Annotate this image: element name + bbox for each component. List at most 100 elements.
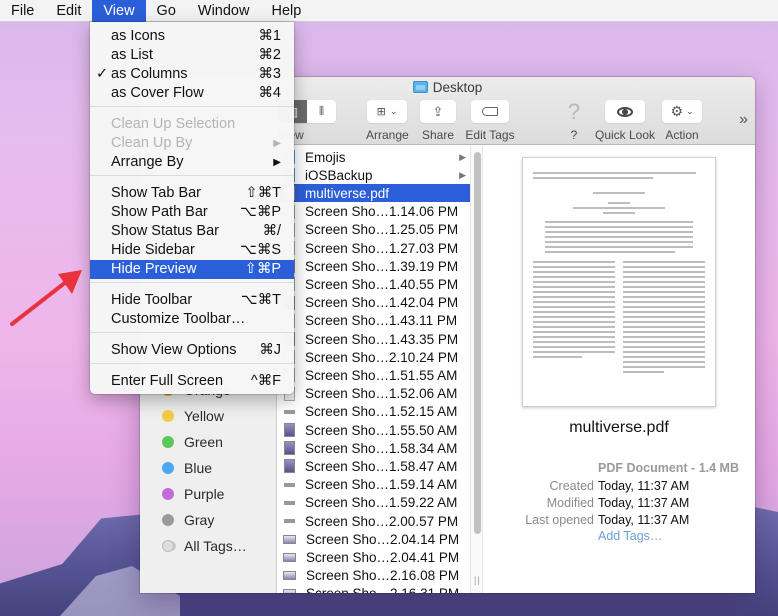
menu-item-shortcut: ⌥⌘T bbox=[240, 292, 281, 308]
menu-item-as-icons[interactable]: as Icons ⌘1 bbox=[90, 27, 294, 46]
file-name: Screen Sho…1.43.11 PM bbox=[305, 313, 458, 329]
image-file-icon bbox=[284, 519, 295, 523]
file-name: Screen Sho…1.39.19 PM bbox=[305, 258, 459, 274]
chevron-down-icon: ⌄ bbox=[389, 106, 398, 116]
toolbar-overflow-button[interactable]: » bbox=[739, 111, 748, 129]
file-row[interactable]: Screen Sho…1.25.05 PM bbox=[278, 221, 470, 239]
share-icon: ⇪ bbox=[432, 103, 444, 119]
checkmark-icon: ✓ bbox=[96, 66, 109, 82]
menu-item-customize-toolbar[interactable]: Customize Toolbar… bbox=[90, 310, 294, 329]
file-row[interactable]: Screen Sho…2.04.41 PM bbox=[278, 548, 470, 566]
menu-item-enter-full-screen[interactable]: Enter Full Screen ^⌘F bbox=[90, 372, 294, 391]
file-row[interactable]: Screen Sho…1.58.34 AM bbox=[278, 439, 470, 457]
column-scrollbar[interactable]: || bbox=[470, 146, 483, 593]
menu-item-hide-toolbar[interactable]: Hide Toolbar ⌥⌘T bbox=[90, 291, 294, 310]
submenu-arrow-icon: ▶ bbox=[273, 138, 281, 149]
menu-edit[interactable]: Edit bbox=[45, 0, 92, 22]
file-name: Screen Sho…2.00.57 PM bbox=[305, 513, 459, 529]
file-row[interactable]: Screen Sho…1.42.04 PM bbox=[278, 294, 470, 312]
edit-tags-button[interactable] bbox=[471, 100, 509, 123]
file-row[interactable]: multiverse.pdf bbox=[278, 184, 470, 203]
file-row[interactable]: Screen Sho…2.04.14 PM bbox=[278, 530, 470, 548]
file-row[interactable]: Screen Sho…2.00.57 PM bbox=[278, 512, 470, 530]
sidebar-tag-yellow[interactable]: Yellow bbox=[162, 408, 224, 424]
file-name: Screen Sho…2.04.14 PM bbox=[306, 531, 460, 547]
sidebar-tag-label: Purple bbox=[184, 486, 225, 502]
file-row[interactable]: Screen Sho…1.51.55 AM bbox=[278, 366, 470, 384]
share-button[interactable]: ⇪ bbox=[420, 100, 456, 123]
arrange-button[interactable]: ⊞ ⌄ bbox=[367, 100, 407, 123]
menu-item-show-view-options[interactable]: Show View Options ⌘J bbox=[90, 341, 294, 360]
cover-flow-view-button[interactable]: ⫴ bbox=[307, 100, 336, 123]
file-row[interactable]: Screen Sho…1.43.11 PM bbox=[278, 312, 470, 330]
file-row[interactable]: Screen Sho…2.10.24 PM bbox=[278, 348, 470, 366]
file-name: Screen Sho…1.58.34 AM bbox=[305, 440, 458, 456]
file-row[interactable]: Screen Sho…1.59.22 AM bbox=[278, 494, 470, 512]
sidebar-tag-green[interactable]: Green bbox=[162, 434, 223, 450]
menu-item-as-cover-flow[interactable]: as Cover Flow ⌘4 bbox=[90, 84, 294, 103]
menu-item-hide-sidebar[interactable]: Hide Sidebar ⌥⌘S bbox=[90, 241, 294, 260]
file-row[interactable]: Screen Sho…1.43.35 PM bbox=[278, 330, 470, 348]
file-row[interactable]: Screen Sho…2.16.08 PM bbox=[278, 567, 470, 585]
share-label: Share bbox=[421, 128, 455, 142]
menu-item-as-columns[interactable]: ✓ as Columns ⌘3 bbox=[90, 65, 294, 84]
file-row[interactable]: Screen Sho…1.27.03 PM bbox=[278, 239, 470, 257]
file-row[interactable]: Screen Sho…1.14.06 PM bbox=[278, 203, 470, 221]
image-file-icon bbox=[283, 571, 296, 581]
menu-item-as-list[interactable]: as List ⌘2 bbox=[90, 46, 294, 65]
menu-window[interactable]: Window bbox=[187, 0, 261, 22]
menu-separator bbox=[90, 175, 294, 176]
menu-help[interactable]: Help bbox=[260, 0, 312, 22]
help-label: ? bbox=[570, 128, 578, 142]
file-name: Screen Sho…1.59.22 AM bbox=[305, 495, 458, 511]
menu-item-arrange-by[interactable]: Arrange By ▶ bbox=[90, 153, 294, 172]
share-control: ⇪ Share bbox=[420, 100, 456, 142]
add-tags-link[interactable]: Add Tags… bbox=[598, 529, 662, 543]
disclosure-arrow-icon: ▶ bbox=[459, 151, 466, 162]
menu-go[interactable]: Go bbox=[146, 0, 187, 22]
sidebar-tag-label: Blue bbox=[184, 460, 213, 476]
menu-item-show-path-bar[interactable]: Show Path Bar ⌥⌘P bbox=[90, 203, 294, 222]
file-row[interactable]: Screen Sho…1.40.55 PM bbox=[278, 275, 470, 293]
menu-item-show-status-bar[interactable]: Show Status Bar ⌘/ bbox=[90, 222, 294, 241]
quick-look-button[interactable] bbox=[605, 100, 645, 123]
file-row[interactable]: Screen Sho…1.55.50 AM bbox=[278, 421, 470, 439]
help-control: ? ? bbox=[564, 100, 584, 142]
file-row[interactable]: Screen Sho…1.52.06 AM bbox=[278, 385, 470, 403]
help-icon[interactable]: ? bbox=[564, 100, 584, 123]
column-resize-handle[interactable]: || bbox=[474, 575, 481, 585]
menu-item-label: Show Status Bar bbox=[111, 223, 219, 239]
file-row[interactable]: Screen Sho…1.59.14 AM bbox=[278, 476, 470, 494]
menu-file[interactable]: File bbox=[0, 0, 45, 22]
last-opened-label: Last opened bbox=[525, 513, 594, 527]
pdf-thumbnail[interactable] bbox=[522, 157, 716, 407]
menu-item-shortcut: ⌥⌘P bbox=[240, 204, 281, 220]
sidebar-tag-purple[interactable]: Purple bbox=[162, 486, 224, 502]
folder-row[interactable]: Emojis ▶ bbox=[278, 148, 470, 166]
action-button[interactable]: ⚙ ⌄ bbox=[662, 100, 702, 123]
file-row[interactable]: Screen Sho…1.39.19 PM bbox=[278, 257, 470, 275]
file-row[interactable]: Screen Sho…1.52.15 AM bbox=[278, 403, 470, 421]
menu-item-label: as List bbox=[111, 47, 153, 63]
image-file-icon bbox=[284, 441, 295, 456]
sidebar-tag-gray[interactable]: Gray bbox=[162, 512, 214, 528]
created-label: Created bbox=[549, 479, 594, 493]
menu-view[interactable]: View bbox=[92, 0, 146, 22]
file-name: Screen Sho…1.51.55 AM bbox=[305, 367, 458, 383]
file-row[interactable]: Screen Sho…2.16.31 PM bbox=[278, 585, 470, 593]
menu-item-label: as Cover Flow bbox=[111, 85, 204, 101]
gear-icon: ⚙ bbox=[670, 103, 683, 119]
folder-row[interactable]: iOSBackup ▶ bbox=[278, 166, 470, 184]
sidebar-all-tags[interactable]: All Tags… bbox=[162, 538, 247, 554]
file-row[interactable]: Screen Sho…1.58.47 AM bbox=[278, 457, 470, 475]
menu-item-hide-preview[interactable]: Hide Preview ⇧⌘P bbox=[90, 260, 294, 279]
blue-tag-dot-icon bbox=[162, 462, 174, 474]
menu-item-shortcut: ⌘/ bbox=[262, 223, 281, 239]
sidebar-tag-blue[interactable]: Blue bbox=[162, 460, 212, 476]
edit-tags-control: Edit Tags bbox=[465, 100, 515, 142]
menu-separator bbox=[90, 332, 294, 333]
menu-item-label: Show Path Bar bbox=[111, 204, 208, 220]
menu-item-show-tab-bar[interactable]: Show Tab Bar ⇧⌘T bbox=[90, 184, 294, 203]
scrollbar-thumb[interactable] bbox=[474, 152, 481, 534]
modified-label: Modified bbox=[546, 496, 594, 510]
